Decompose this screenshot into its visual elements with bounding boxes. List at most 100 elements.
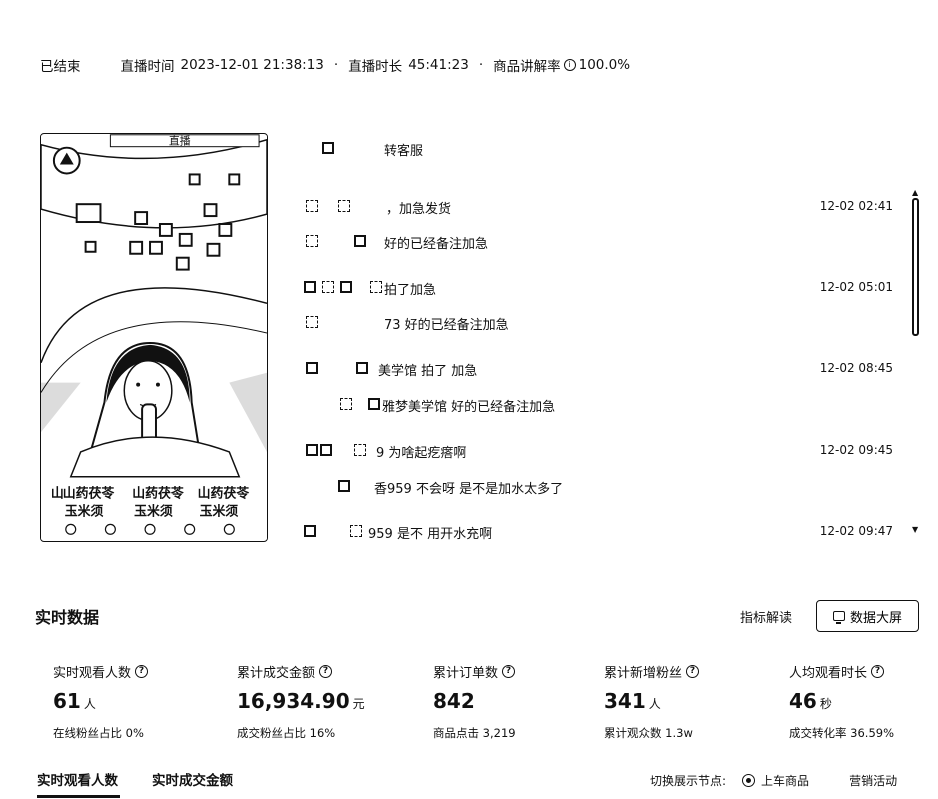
comment-time: 12-02 02:41 [819, 199, 893, 213]
live-status-bar: 已结束 直播时间 2023-12-01 21:38:13 · 直播时长 45:4… [40, 55, 630, 75]
indicator-explain-link[interactable]: 指标解读 [740, 607, 792, 626]
metric-sub: 商品点击 3,219 [433, 726, 516, 740]
metric-card-new-fans: 累计新增粉丝? 341 人 累计观众数 1.3w [604, 662, 789, 741]
realtime-data-title: 实时数据 [35, 608, 100, 627]
switch-nodes: 切换展示节点: 上车商品 营销活动 [650, 772, 897, 789]
explain-rate-label: 商品讲解率 [493, 59, 561, 75]
comment-text: 拍了加急 [384, 283, 437, 298]
help-icon[interactable]: ? [871, 665, 885, 678]
metric-sub: 成交粉丝占比 16% [237, 726, 336, 740]
metric-value: 61 [53, 689, 81, 713]
metric-value: 16,934.90 [237, 689, 350, 713]
commenter-name-redacted [290, 442, 380, 460]
svg-text:玉米须: 玉米须 [200, 503, 239, 519]
comment-text: ，加急发货 [386, 202, 452, 217]
metric-unit: 人 [83, 697, 96, 711]
metric-value: 341 [604, 689, 646, 713]
scroll-up-icon[interactable]: ▲ [912, 188, 918, 197]
comment-reply: 73 好的已经备注加急 [290, 312, 905, 334]
metric-unit: 元 [352, 697, 365, 711]
metric-label: 累计新增粉丝 [604, 666, 683, 681]
scroll-down-icon[interactable]: ▼ [912, 525, 918, 534]
help-icon[interactable]: ? [502, 665, 516, 678]
duration-label: 直播时长 [348, 59, 403, 75]
comment-row: 拍了加急 12-02 05:01 [290, 277, 905, 299]
help-icon[interactable]: ? [135, 665, 149, 678]
comment-text: 香959 不会呀 是不是加水太多了 [374, 482, 564, 497]
start-time-label: 直播时间 [120, 59, 175, 75]
commenter-name-redacted [290, 140, 380, 158]
comment-text: 转客服 [384, 144, 424, 159]
tab-realtime-viewers[interactable]: 实时观看人数 [37, 769, 118, 789]
metric-card-gmv: 累计成交金额? 16,934.90 元 成交粉丝占比 16% [237, 662, 422, 741]
info-icon[interactable]: i [563, 59, 576, 71]
metric-unit: 人 [648, 697, 661, 711]
comment-list[interactable]: 转客服 ，加急发货 12-02 02:41 好的已经备注加急 拍了加急 12-0… [290, 136, 910, 546]
comment-reply: 转客服 [290, 138, 905, 160]
comment-time: 12-02 09:45 [819, 443, 893, 457]
metric-label: 累计成交金额 [237, 666, 316, 681]
metric-card-avg-watch: 人均观看时长? 46 秒 成交转化率 36.59% [789, 662, 929, 741]
comment-text: 9 为啥起疙瘩啊 [376, 446, 467, 461]
tab-realtime-gmv[interactable]: 实时成交金额 [152, 769, 233, 789]
option-product-on-shelf[interactable]: 上车商品 [761, 772, 809, 789]
comment-time: 12-02 08:45 [819, 361, 893, 375]
data-big-screen-button[interactable]: 数据大屏 [816, 600, 919, 632]
help-icon[interactable]: ? [319, 665, 333, 678]
metric-sub: 累计观众数 1.3w [604, 726, 693, 740]
svg-text:山药茯苓: 山药茯苓 [198, 486, 250, 502]
metric-label: 人均观看时长 [789, 666, 868, 681]
separator-dot: · [333, 57, 339, 73]
svg-text:山药茯苓: 山药茯苓 [132, 486, 184, 502]
data-big-screen-label: 数据大屏 [849, 610, 902, 626]
live-status: 已结束 [40, 59, 81, 75]
svg-text:玉米须: 玉米须 [65, 503, 104, 519]
svg-text:山药茯苓: 山药茯苓 [63, 486, 115, 502]
monitor-icon [832, 611, 845, 624]
svg-text:直播: 直播 [169, 134, 191, 148]
metric-label: 累计订单数 [433, 666, 499, 681]
commenter-name-redacted [290, 314, 380, 332]
comment-reply: 好的已经备注加急 [290, 231, 905, 253]
metric-sub: 成交转化率 36.59% [789, 726, 895, 740]
start-time-value: 2023-12-01 21:38:13 [180, 57, 324, 73]
comment-text: 73 好的已经备注加急 [384, 318, 509, 333]
comment-reply: 香959 不会呀 是不是加水太多了 [290, 476, 905, 498]
comment-text: 雅梦美学馆 好的已经备注加急 [382, 400, 556, 415]
svg-text:玉米须: 玉米须 [134, 503, 173, 519]
comment-text: 好的已经备注加急 [384, 237, 489, 252]
comment-scrollbar[interactable]: ▲ ▼ [910, 188, 922, 538]
comment-row: 959 是不 用开水充啊 12-02 09:47 [290, 521, 905, 543]
commenter-name-redacted [290, 396, 380, 414]
commenter-name-redacted [290, 233, 380, 251]
comment-time: 12-02 09:47 [819, 524, 893, 538]
separator-dot: · [478, 57, 484, 73]
radio-selected-icon[interactable] [742, 774, 756, 787]
option-marketing-activity[interactable]: 营销活动 [849, 772, 897, 789]
metric-unit: 秒 [819, 697, 832, 711]
comment-text: 959 是不 用开水充啊 [368, 527, 493, 542]
metric-label: 实时观看人数 [53, 666, 132, 681]
metric-value: 46 [789, 689, 817, 713]
commenter-name-redacted [290, 198, 380, 216]
commenter-name-redacted [290, 478, 380, 496]
comment-reply: 雅梦美学馆 好的已经备注加急 [290, 394, 905, 416]
comment-text: 美学馆 拍了 加急 [378, 364, 478, 379]
commenter-name-redacted [290, 360, 380, 378]
commenter-name-redacted [290, 523, 380, 541]
comment-row: ，加急发货 12-02 02:41 [290, 196, 905, 218]
commenter-name-redacted [290, 279, 382, 297]
comment-row: 美学馆 拍了 加急 12-02 08:45 [290, 358, 905, 380]
scrollbar-thumb[interactable] [912, 198, 919, 336]
metric-value: 842 [433, 689, 475, 713]
metric-card-viewers: 实时观看人数? 61 人 在线粉丝占比 0% [53, 662, 238, 741]
explain-rate-value: 100.0% [578, 57, 631, 73]
help-icon[interactable]: ? [686, 665, 700, 678]
metric-sub: 在线粉丝占比 0% [53, 726, 144, 740]
tab-active-indicator [37, 795, 120, 798]
comment-time: 12-02 05:01 [819, 280, 893, 294]
live-video-thumbnail[interactable]: 直播 山 山药茯苓 玉米须 山药茯苓 玉米须 山药茯苓 玉米须 [40, 133, 268, 542]
comment-row: 9 为啥起疙瘩啊 12-02 09:45 [290, 440, 905, 462]
duration-value: 45:41:23 [408, 57, 469, 73]
metric-card-orders: 累计订单数? 842 商品点击 3,219 [433, 662, 618, 741]
